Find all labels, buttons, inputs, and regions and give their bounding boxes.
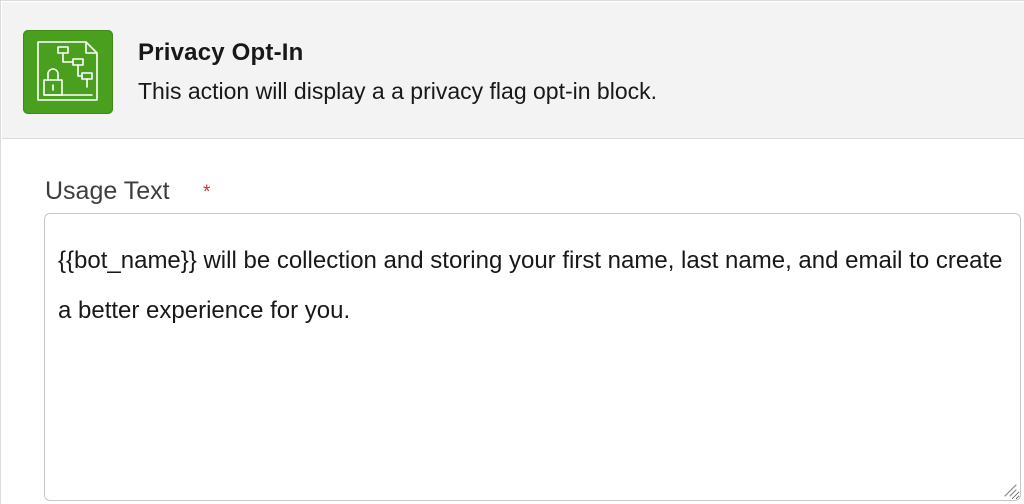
action-header: Privacy Opt-In This action will display …: [2, 2, 1024, 139]
privacy-opt-in-panel: Privacy Opt-In This action will display …: [0, 0, 1024, 504]
usage-text-label: Usage Text: [45, 177, 170, 205]
action-description: This action will display a a privacy fla…: [138, 78, 658, 104]
action-title: Privacy Opt-In: [138, 39, 304, 66]
required-indicator: *: [203, 182, 211, 203]
privacy-flow-icon: [23, 30, 113, 114]
resize-handle-icon[interactable]: [1003, 483, 1017, 497]
usage-text-textarea[interactable]: {{bot_name}} will be collection and stor…: [44, 213, 1021, 501]
